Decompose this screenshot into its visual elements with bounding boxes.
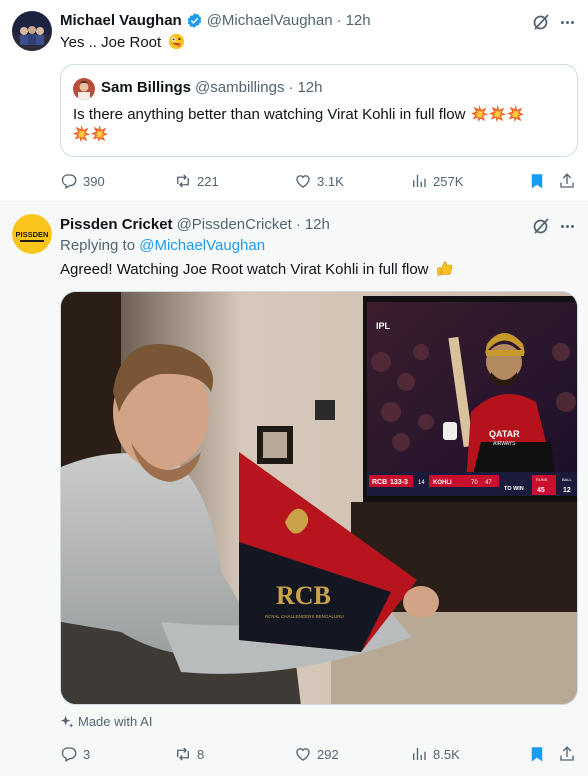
score-batter-balls: 47 (485, 480, 492, 486)
replying-handle-link[interactable]: @MichaelVaughan (139, 237, 265, 254)
more-options-icon[interactable] (557, 216, 577, 236)
collision-emoji-icon (488, 105, 506, 122)
heart-icon (296, 748, 310, 761)
reply-button[interactable]: 3 (60, 743, 90, 765)
views-button[interactable]: 8.5K (410, 743, 460, 765)
quote-author-name[interactable]: Sam Billings (101, 79, 191, 96)
author-handle[interactable]: @MichaelVaughan (207, 12, 333, 29)
views-icon (413, 175, 426, 187)
reply-count: 3 (83, 746, 91, 762)
like-button[interactable]: 292 (294, 743, 339, 765)
like-count: 3.1K (317, 173, 344, 189)
tweet-text: Yes .. Joe Root (60, 33, 185, 53)
collision-emoji-icon (506, 105, 524, 122)
score-team: RCB (372, 479, 387, 486)
tweet-text-content: Yes .. Joe Root (60, 34, 162, 51)
tweet-image[interactable]: QATAR AIRWAYS IPL RCB 133-3 14 KOHLI 70 … (60, 291, 578, 705)
views-icon (413, 748, 426, 760)
collision-emoji-icon (73, 125, 90, 142)
score-batter-runs: 70 (471, 480, 478, 486)
shirt-sponsor: QATAR (489, 429, 520, 439)
sparkle-icon (60, 715, 74, 728)
tweet-pissden-cricket[interactable]: PISSDEN Pissden Cricket @PissdenCricket … (0, 202, 588, 776)
reply-icon (61, 174, 77, 189)
score-runs-label: RUNS (536, 477, 548, 482)
quote-text-content: Is there anything better than watching V… (73, 106, 466, 123)
repost-button[interactable]: 8 (174, 743, 204, 765)
repost-button[interactable]: 221 (174, 170, 219, 192)
tweet-time[interactable]: 12h (305, 216, 330, 233)
collision-emoji-icon (91, 125, 108, 142)
views-button[interactable]: 257K (410, 170, 463, 192)
repost-icon (177, 747, 189, 761)
reply-button[interactable]: 390 (60, 170, 105, 192)
quote-avatar[interactable] (73, 78, 95, 100)
avatar[interactable] (12, 11, 52, 51)
repost-icon (177, 174, 189, 188)
collision-emoji-icon (470, 105, 488, 122)
score-runs: 133-3 (390, 479, 408, 486)
photo-scene: QATAR AIRWAYS IPL RCB 133-3 14 KOHLI 70 … (61, 292, 577, 704)
view-count: 257K (433, 173, 464, 189)
reply-icon (61, 747, 77, 762)
quote-author-handle[interactable]: @sambillings (195, 79, 284, 96)
repost-count: 221 (197, 173, 219, 189)
score-balls-label: BALL (562, 477, 573, 482)
grok-icon[interactable] (531, 12, 551, 32)
score-over: 14 (418, 480, 425, 486)
repost-count: 8 (197, 746, 205, 762)
share-button[interactable] (558, 170, 576, 192)
tweet-time[interactable]: 12h (346, 12, 371, 29)
heart-icon (296, 175, 310, 188)
score-runs-needed: 45 (537, 487, 545, 494)
bookmark-button[interactable] (528, 743, 546, 765)
more-options-icon[interactable] (557, 12, 577, 32)
score-batter: KOHLI (433, 480, 452, 486)
share-icon (560, 173, 574, 188)
share-icon (560, 746, 574, 761)
avatar[interactable]: PISSDEN (12, 214, 52, 254)
thumbs-up-emoji-icon (436, 260, 453, 277)
replying-to: Replying to @MichaelVaughan (60, 236, 265, 256)
quote-time[interactable]: 12h (297, 79, 322, 96)
bookmark-button[interactable] (528, 170, 546, 192)
tweet-michael-vaughan[interactable]: Michael Vaughan @MichaelVaughan · 12h Ye… (0, 0, 588, 202)
like-button[interactable]: 3.1K (294, 170, 344, 192)
tweet-actions: 390 221 3.1K 257K (60, 170, 580, 192)
verified-badge-icon (186, 12, 203, 29)
replying-label: Replying to (60, 237, 136, 254)
quote-text: Is there anything better than watching V… (73, 105, 563, 145)
made-with-ai-label[interactable]: Made with AI (60, 714, 152, 729)
flag-sub-text: ROYAL CHALLENGERS BENGALURU (265, 614, 344, 619)
zany-face-emoji-icon (168, 33, 185, 50)
reply-count: 390 (83, 173, 105, 189)
view-count: 8.5K (433, 746, 460, 762)
shirt-sponsor-sub: AIRWAYS (493, 441, 516, 447)
made-with-ai-text: Made with AI (78, 714, 153, 729)
bookmark-icon (531, 747, 543, 762)
quoted-tweet[interactable]: Sam Billings @sambillings · 12h Is there… (60, 64, 578, 157)
separator-dot: · (336, 11, 342, 29)
author-name[interactable]: Pissden Cricket (60, 216, 173, 233)
author-handle[interactable]: @PissdenCricket (177, 216, 292, 233)
tweet-text: Agreed! Watching Joe Root watch Virat Ko… (60, 260, 453, 280)
author-name[interactable]: Michael Vaughan (60, 12, 182, 29)
share-button[interactable] (558, 743, 576, 765)
score-to-win: TO WIN (504, 486, 524, 492)
like-count: 292 (317, 746, 339, 762)
flag-rcb-text: RCB (276, 581, 331, 610)
tv-ipl-logo: IPL (376, 321, 391, 331)
bookmark-icon (531, 174, 543, 189)
avatar-text: PISSDEN (16, 230, 49, 239)
tweet-actions: 3 8 292 8.5K (60, 743, 580, 765)
quote-separator-dot: · (288, 79, 294, 96)
separator-dot: · (295, 215, 301, 233)
grok-icon[interactable] (531, 216, 551, 236)
score-balls-left: 12 (563, 487, 571, 494)
tweet-text-content: Agreed! Watching Joe Root watch Virat Ko… (60, 261, 429, 278)
